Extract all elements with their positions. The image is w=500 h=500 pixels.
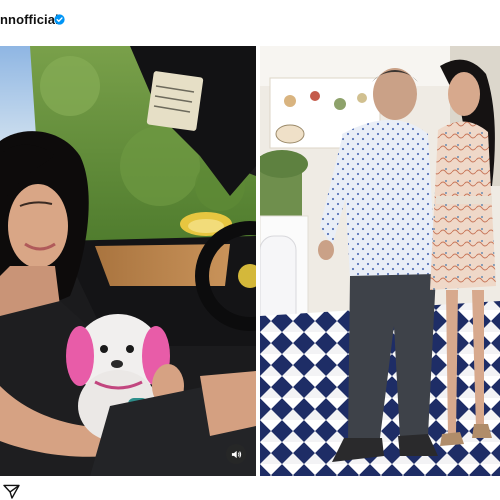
send-icon[interactable] <box>3 484 20 499</box>
post-media-carousel[interactable] <box>0 46 500 476</box>
post-photo-2[interactable] <box>260 46 500 476</box>
photo-woman-in-car-with-pink-eared-dog <box>0 46 256 476</box>
speaker-icon <box>231 450 241 458</box>
sound-toggle-button[interactable] <box>226 444 246 464</box>
photo-couple-in-patterned-store <box>260 46 500 476</box>
post-photo-1[interactable] <box>0 46 256 476</box>
verified-badge-icon <box>54 14 65 25</box>
post-header: nnofficial <box>0 0 500 44</box>
post-footer <box>0 476 500 500</box>
username-link[interactable]: nnofficial <box>0 12 59 27</box>
